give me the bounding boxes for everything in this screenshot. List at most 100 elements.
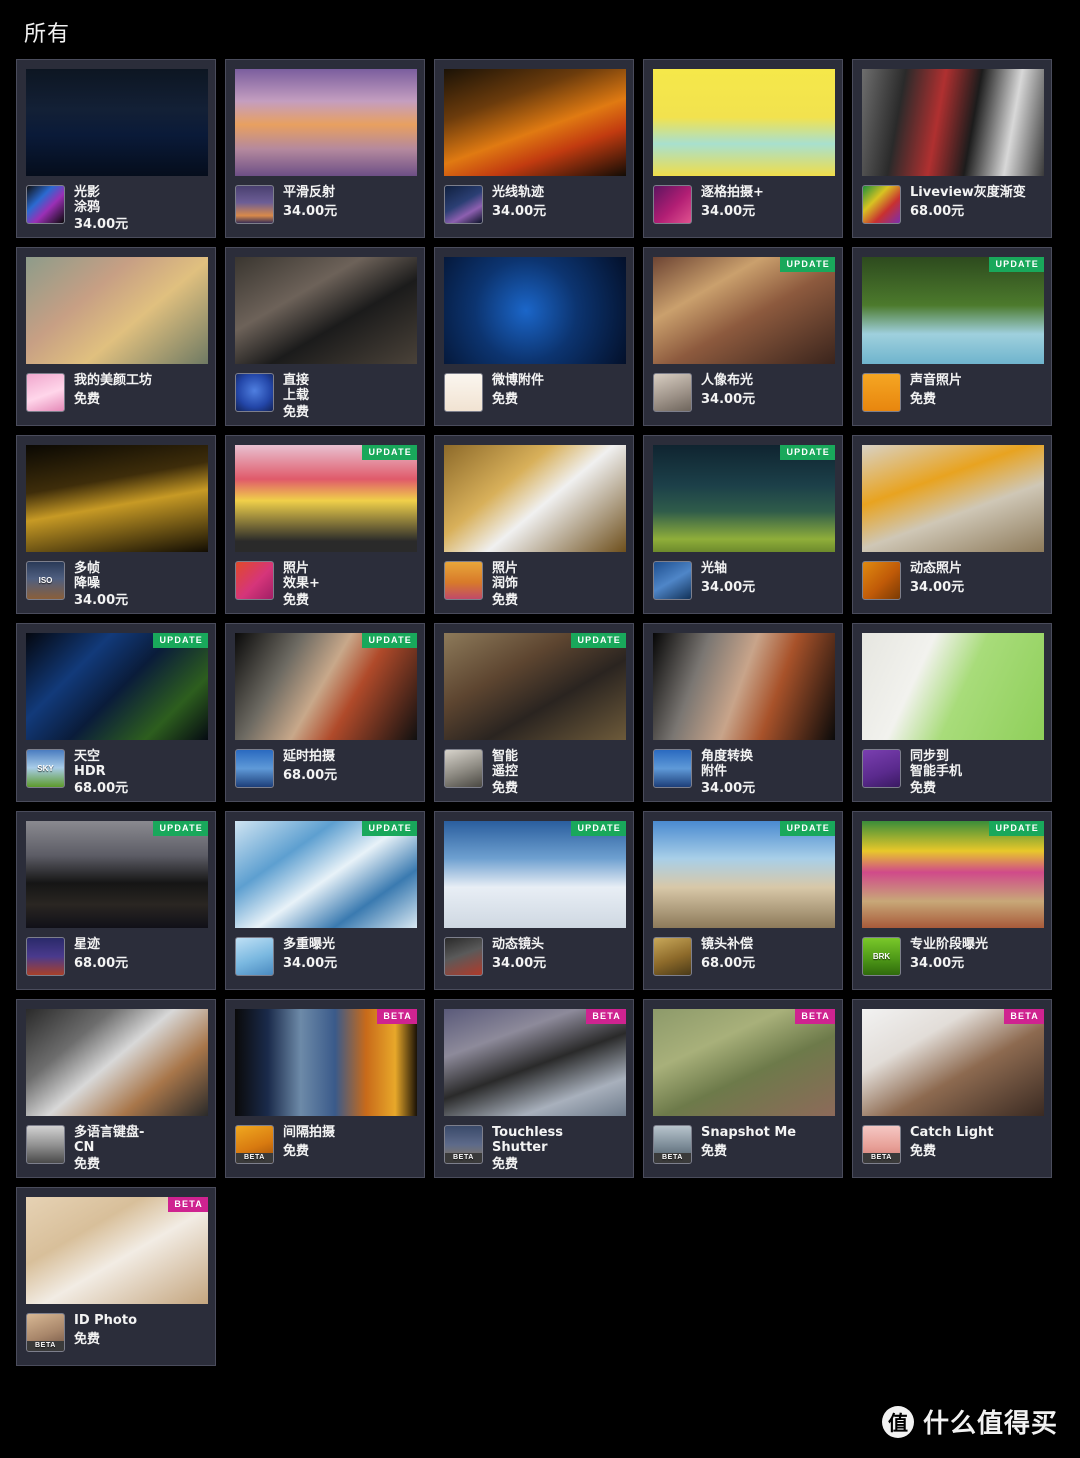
touchless-shutter-icon[interactable]: BETA [444,1125,483,1164]
app-name: 多语言键盘- CN [74,1125,145,1155]
app-card[interactable]: UPDATE 智能 遥控 免费 [434,623,634,802]
smooth-reflection-icon[interactable] [235,185,274,224]
app-card[interactable]: 动态照片 34.00元 [852,435,1052,614]
app-name: Liveview灰度渐变 [910,185,1026,200]
app-card[interactable]: UPDATE 多重曝光 34.00元 [225,811,425,990]
app-meta: 光影 涂鸦 34.00元 [26,185,206,232]
app-meta: BETA Snapshot Me 免费 [653,1125,833,1164]
app-card[interactable]: UPDATE 光轴 34.00元 [643,435,843,614]
app-price: 34.00元 [701,781,756,796]
motion-lens-icon[interactable] [444,937,483,976]
app-card[interactable]: 直接 上载 免费 [225,247,425,426]
app-icon-beta-label: BETA [863,1153,900,1163]
catch-light-icon[interactable]: BETA [862,1125,901,1164]
interval-shooting-icon[interactable]: BETA [235,1125,274,1164]
update-badge: UPDATE [362,445,417,460]
app-meta: 星迹 68.00元 [26,937,206,976]
liveview-gradient-icon[interactable] [862,185,901,224]
app-card[interactable]: ISO 多帧 降噪 34.00元 [16,435,216,614]
light-painting-icon[interactable] [26,185,65,224]
snapshot-me-icon[interactable]: BETA [653,1125,692,1164]
app-text-column: 多帧 降噪 34.00元 [74,561,128,608]
app-name: 微博附件 [492,373,545,388]
smart-remote-icon[interactable] [444,749,483,788]
app-card[interactable]: 平滑反射 34.00元 [225,59,425,238]
app-price: 34.00元 [910,956,965,971]
beauty-studio-icon[interactable] [26,373,65,412]
star-trail-icon[interactable] [26,937,65,976]
angle-shift-addon-icon[interactable] [653,749,692,788]
app-price: 免费 [283,593,310,608]
app-card[interactable]: 角度转换 附件 34.00元 [643,623,843,802]
light-shaft-icon[interactable] [653,561,692,600]
app-card[interactable]: UPDATE 动态镜头 34.00元 [434,811,634,990]
stop-motion-icon[interactable] [653,185,692,224]
update-badge: UPDATE [989,257,1044,272]
update-badge: UPDATE [362,633,417,648]
app-card[interactable]: 多语言键盘- CN 免费 [16,999,216,1178]
pro-bracketing-icon[interactable]: BRK [862,937,901,976]
app-card[interactable]: 我的美颜工坊 免费 [16,247,216,426]
app-card[interactable]: BETA BETA 间隔拍摄 免费 [225,999,425,1178]
photo-effect-icon[interactable] [235,561,274,600]
direct-upload-icon[interactable] [235,373,274,412]
app-card[interactable]: UPDATE 延时拍摄 68.00元 [225,623,425,802]
app-card[interactable]: 微博附件 免费 [434,247,634,426]
app-meta: 照片 润饰 免费 [444,561,624,608]
highway-light-trails-thumb [444,69,626,176]
sky-hdr-icon[interactable]: SKY [26,749,65,788]
update-badge: UPDATE [153,633,208,648]
multilingual-keyboard-icon[interactable] [26,1125,65,1164]
app-name: 多重曝光 [283,937,336,952]
multiple-exposure-icon[interactable] [235,937,274,976]
light-trail-icon[interactable] [444,185,483,224]
orange-juice-pour-thumb [862,445,1044,552]
app-card[interactable]: BETA BETA Catch Light 免费 [852,999,1052,1178]
app-name: 照片 效果+ [283,561,320,591]
app-price: 34.00元 [910,580,965,595]
night-palace-architecture-thumb [26,445,208,552]
photo-retouch-icon[interactable] [444,561,483,600]
app-card[interactable]: UPDATE 人像布光 34.00元 [643,247,843,426]
sound-photo-icon[interactable] [862,373,901,412]
app-card[interactable]: 照片 润饰 免费 [434,435,634,614]
app-card[interactable]: BETA BETA Touchless Shutter 免费 [434,999,634,1178]
id-photo-icon[interactable]: BETA [26,1313,65,1352]
app-name: 光轴 [701,561,728,576]
woman-sitting-rock-thumb [653,1009,835,1116]
app-thumbnail-wrap [235,257,417,364]
app-meta: 直接 上载 免费 [235,373,415,420]
app-card[interactable]: 光影 涂鸦 34.00元 [16,59,216,238]
app-card[interactable]: 逐格拍摄+ 34.00元 [643,59,843,238]
app-card[interactable]: BETA BETA Snapshot Me 免费 [643,999,843,1178]
app-card[interactable]: UPDATE 镜头补偿 68.00元 [643,811,843,990]
lens-compensation-icon[interactable] [653,937,692,976]
beta-badge: BETA [377,1009,417,1024]
app-name: 镜头补偿 [701,937,754,952]
weibo-plugin-icon[interactable] [444,373,483,412]
motion-photo-icon[interactable] [862,561,901,600]
app-card[interactable]: UPDATE 星迹 68.00元 [16,811,216,990]
time-lapse-icon[interactable] [235,749,274,788]
app-card[interactable]: UPDATE BRK 专业阶段曝光 34.00元 [852,811,1052,990]
beta-badge: BETA [168,1197,208,1212]
app-price: 免费 [910,392,937,407]
app-meta: BRK 专业阶段曝光 34.00元 [862,937,1042,976]
portrait-lighting-icon[interactable] [653,373,692,412]
app-card[interactable]: UPDATE 照片 效果+ 免费 [225,435,425,614]
keyboard-input-girl-thumb [26,1009,208,1116]
app-card[interactable]: 光线轨迹 34.00元 [434,59,634,238]
app-card[interactable]: BETA BETA ID Photo 免费 [16,1187,216,1366]
app-card[interactable]: UPDATE 声音照片 免费 [852,247,1052,426]
app-text-column: 平滑反射 34.00元 [283,185,337,219]
app-card[interactable]: 同步到 智能手机 免费 [852,623,1052,802]
app-card[interactable]: UPDATE SKY 天空 HDR 68.00元 [16,623,216,802]
multi-frame-nr-icon[interactable]: ISO [26,561,65,600]
sync-to-smartphone-icon[interactable] [862,749,901,788]
app-thumbnail-wrap: BETA [653,1009,835,1116]
beta-badge: BETA [1004,1009,1044,1024]
app-meta: 光轴 34.00元 [653,561,833,600]
app-meta: 声音照片 免费 [862,373,1042,412]
app-card[interactable]: Liveview灰度渐变 68.00元 [852,59,1052,238]
update-badge: UPDATE [571,633,626,648]
